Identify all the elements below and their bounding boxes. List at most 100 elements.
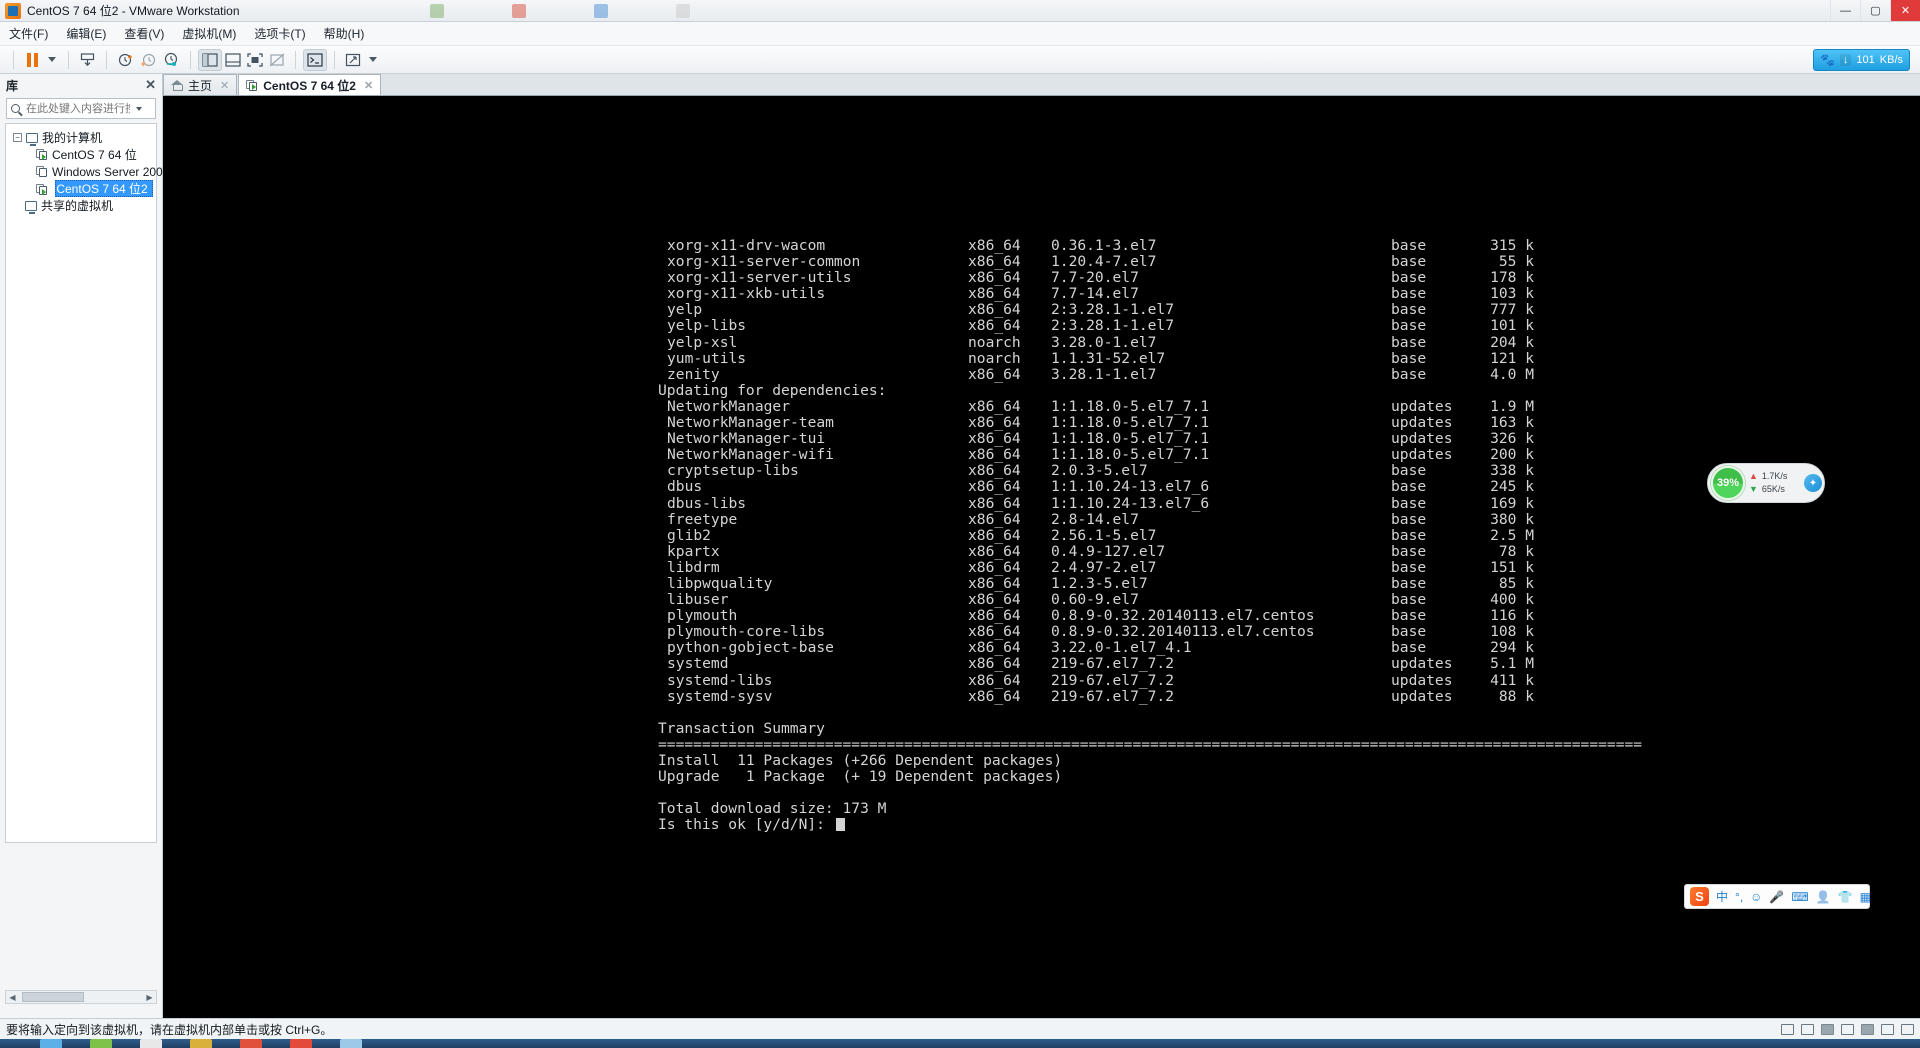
cd-icon[interactable]: [1801, 1023, 1814, 1035]
usb-icon[interactable]: [1841, 1023, 1854, 1035]
sogou-logo-icon[interactable]: S: [1690, 887, 1709, 906]
package-name: yelp-xsl: [667, 333, 738, 351]
console-view-icon[interactable]: [303, 48, 327, 71]
taskbar-item[interactable]: [40, 1039, 62, 1048]
package-version: 2.4.97-2.el7: [1051, 558, 1157, 576]
scrollbar-thumb[interactable]: [22, 992, 84, 1002]
ime-voice[interactable]: 🎤: [1769, 890, 1784, 904]
search-input[interactable]: [24, 101, 132, 116]
ime-soft-keyboard[interactable]: ⌨: [1791, 890, 1808, 904]
ime-emoji[interactable]: ☺: [1750, 890, 1762, 904]
printer-icon[interactable]: [1881, 1023, 1894, 1035]
expander-icon[interactable]: −: [13, 133, 22, 142]
package-repo: base: [1391, 542, 1427, 560]
chevron-down-icon[interactable]: [136, 106, 142, 111]
vm-library-tree[interactable]: − 我的计算机 CentOS 7 64 位 Windows Server 200…: [5, 123, 169, 843]
minimize-button[interactable]: —: [1830, 0, 1860, 21]
menu-tabs[interactable]: 选项卡(T): [245, 23, 314, 44]
package-version: 2.0.3-5.el7: [1051, 462, 1148, 480]
package-version: 0.8.9-0.32.20140113.el7.centos: [1051, 623, 1315, 641]
package-repo: base: [1391, 317, 1427, 335]
ime-toolbar[interactable]: S 中 °, ☺ 🎤 ⌨ 👤 👕 ▦: [1684, 884, 1871, 909]
ime-user[interactable]: 👤: [1816, 890, 1831, 904]
display-icon[interactable]: [1901, 1023, 1914, 1035]
package-size: 88 k: [1498, 687, 1534, 705]
package-version: 219-67.el7_7.2: [1051, 655, 1175, 673]
ime-toolbox[interactable]: ▦: [1860, 890, 1871, 904]
package-repo: base: [1391, 639, 1427, 657]
revert-snapshot-icon[interactable]: [137, 49, 160, 71]
taskbar-item[interactable]: [140, 1039, 162, 1048]
package-version: 1:1.18.0-5.el7_7.1: [1051, 430, 1210, 448]
chevron-down-icon-stretch[interactable]: [369, 57, 377, 62]
terminal-summary-line: Install 11 Packages (+266 Dependent pack…: [658, 752, 1063, 769]
package-repo: base: [1391, 623, 1427, 641]
terminal-package-row: NetworkManager x86_64 1:1.18.0-5.el7_7.1 up…: [658, 398, 1642, 415]
taskbar-item[interactable]: [90, 1039, 112, 1048]
terminal-prompt[interactable]: Is this ok [y/d/N]:: [658, 817, 1642, 833]
menu-edit[interactable]: 编辑(E): [57, 23, 115, 44]
globe-icon[interactable]: ✦: [1804, 474, 1822, 492]
tree-item-centos7-2[interactable]: CentOS 7 64 位2: [55, 180, 153, 197]
full-screen-icon[interactable]: [244, 49, 266, 71]
close-icon[interactable]: ✕: [145, 77, 156, 93]
show-thumbnail-bar-icon[interactable]: [222, 49, 244, 71]
scroll-right-arrow-icon[interactable]: ▶: [143, 993, 156, 1002]
library-search-box[interactable]: [6, 98, 156, 119]
tree-item-shared-vms[interactable]: 共享的虚拟机: [6, 197, 156, 214]
ime-mode-chinese[interactable]: 中: [1716, 888, 1728, 905]
vm-console[interactable]: xorg-x11-drv-wacom x86_64 0.36.1-3.el7 base…: [163, 96, 1920, 1018]
package-size: 777 k: [1490, 301, 1534, 319]
toolbar-separator: [334, 50, 335, 69]
package-size: 338 k: [1490, 462, 1534, 480]
close-icon[interactable]: ✕: [364, 79, 373, 92]
taskbar-item[interactable]: [190, 1039, 212, 1048]
taskbar-item[interactable]: [340, 1039, 362, 1048]
package-version: 0.8.9-0.32.20140113.el7.centos: [1051, 607, 1315, 625]
snapshot-manager-icon[interactable]: [160, 49, 183, 71]
menu-help[interactable]: 帮助(H): [315, 23, 374, 44]
terminal-package-row: xorg-x11-server-utils x86_64 7.7-20.el7 bas…: [658, 270, 1642, 286]
network-speed-widget[interactable]: 39% ▲ 1.7K/s ▼ 65K/s ✦: [1707, 463, 1825, 503]
menu-view[interactable]: 查看(V): [115, 23, 173, 44]
taskbar-item[interactable]: [240, 1039, 262, 1048]
ghost-icon-1: [430, 4, 444, 18]
terminal-output[interactable]: xorg-x11-drv-wacom x86_64 0.36.1-3.el7 base…: [658, 237, 1642, 833]
scroll-left-arrow-icon[interactable]: ◀: [6, 993, 19, 1002]
hard-disk-icon[interactable]: [1781, 1023, 1794, 1035]
chevron-down-icon-pause[interactable]: [48, 57, 56, 62]
tree-item-my-computer[interactable]: − 我的计算机: [6, 129, 156, 146]
tab-centos7-2[interactable]: CentOS 7 64 位2 ✕: [238, 74, 382, 95]
package-version: 2.8-14.el7: [1051, 510, 1139, 528]
stretch-guest-icon[interactable]: [342, 49, 364, 71]
tree-item-centos7-2-row[interactable]: CentOS 7 64 位2: [6, 180, 156, 197]
package-repo: base: [1391, 510, 1427, 528]
network-speed-badge[interactable]: 🐾 ↓ 101 KB/s: [1812, 49, 1910, 71]
speed-values: ▲ 1.7K/s ▼ 65K/s: [1749, 470, 1787, 496]
menu-file[interactable]: 文件(F): [0, 23, 57, 44]
tree-item-centos7-1[interactable]: CentOS 7 64 位: [6, 146, 156, 163]
package-size: 85 k: [1498, 574, 1534, 592]
package-arch: x86_64: [968, 301, 1021, 319]
network-icon[interactable]: [1821, 1023, 1834, 1035]
close-icon[interactable]: ✕: [220, 79, 229, 92]
tree-item-winserver2003[interactable]: Windows Server 2003: [6, 163, 169, 180]
show-library-icon[interactable]: [198, 48, 222, 71]
terminal-package-row: yum-utils noarch 1.1.31-52.el7 base 121 k: [658, 350, 1642, 367]
package-version: 1:1.18.0-5.el7_7.1: [1051, 446, 1210, 464]
pause-icon[interactable]: [21, 49, 43, 71]
unity-mode-icon[interactable]: [266, 49, 288, 71]
take-snapshot-icon[interactable]: [114, 49, 137, 71]
sidebar-horizontal-scrollbar[interactable]: ◀ ▶: [5, 990, 157, 1004]
package-name: systemd: [667, 655, 729, 673]
menu-vm[interactable]: 虚拟机(M): [173, 23, 245, 44]
ime-punctuation[interactable]: °,: [1735, 890, 1743, 904]
maximize-button[interactable]: ▢: [1860, 0, 1890, 21]
close-button[interactable]: ✕: [1890, 0, 1920, 21]
sound-icon[interactable]: [1861, 1023, 1874, 1035]
package-repo: base: [1391, 285, 1427, 303]
snapshot-icon[interactable]: [76, 49, 99, 71]
tab-home[interactable]: 主页 ✕: [163, 74, 238, 95]
taskbar-item[interactable]: [290, 1039, 312, 1048]
ime-skin[interactable]: 👕: [1838, 890, 1853, 904]
